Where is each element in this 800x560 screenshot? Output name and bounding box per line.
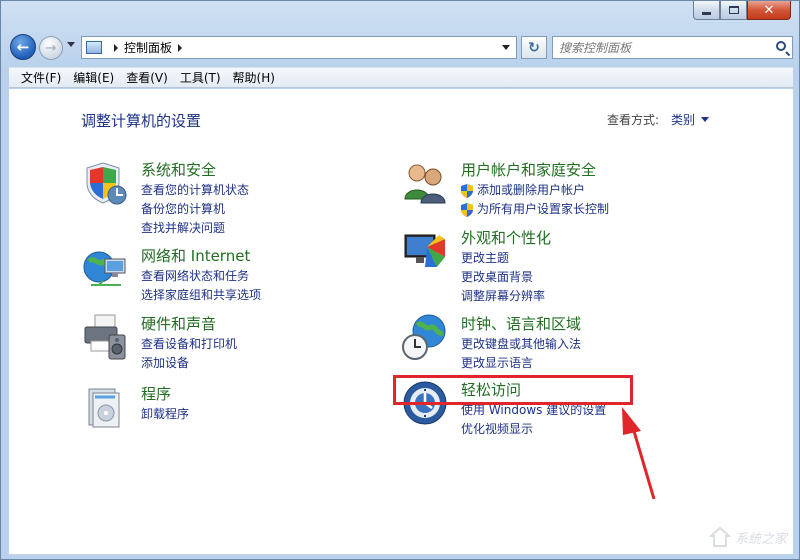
caption-buttons: ✕ [693,1,791,20]
watermark: 系统之家 [708,526,787,548]
close-button[interactable]: ✕ [747,1,791,20]
content-area: 调整计算机的设置 查看方式: 类别 系统和安全 查看您的计算机状态 备份您的计算… [9,89,793,555]
recent-pages-dropdown-icon[interactable] [67,42,75,47]
breadcrumb-control-panel[interactable]: 控制面板 [124,39,172,56]
back-arrow-icon: ← [16,38,30,56]
refresh-icon: ↻ [528,39,540,56]
refresh-button[interactable]: ↻ [521,36,547,59]
annotation-arrow [622,407,656,500]
minimize-icon [702,11,711,15]
arrow-line [629,420,656,500]
control-panel-window: ✕ ← → 控制面板 ↻ 文件(F) 编辑(E) 查看(V) 工具(T) 帮助(… [0,0,800,560]
arrow-head [622,407,641,435]
search-input[interactable] [559,40,764,55]
maximize-icon [728,6,739,14]
menu-edit[interactable]: 编辑(E) [67,69,120,86]
back-button[interactable]: ← [10,34,36,60]
forward-arrow-icon: → [45,40,57,56]
menu-bar: 文件(F) 编辑(E) 查看(V) 工具(T) 帮助(H) [9,67,793,88]
watermark-logo-icon [708,526,731,547]
navigation-bar: ← → 控制面板 ↻ [9,32,793,62]
control-panel-icon [86,41,102,54]
menu-file[interactable]: 文件(F) [15,69,67,86]
minimize-button[interactable] [693,1,720,20]
menu-help[interactable]: 帮助(H) [227,69,281,86]
menu-view[interactable]: 查看(V) [120,69,174,86]
watermark-text: 系统之家 [734,531,787,547]
menu-tools[interactable]: 工具(T) [174,69,227,86]
address-dropdown-icon[interactable] [502,45,510,50]
address-bar[interactable]: 控制面板 [81,36,517,59]
maximize-button[interactable] [720,1,747,20]
close-icon: ✕ [763,2,775,18]
breadcrumb-separator-icon[interactable] [178,43,183,52]
breadcrumb-separator-icon[interactable] [114,43,118,52]
search-box[interactable] [552,36,793,59]
forward-button[interactable]: → [39,36,63,60]
search-icon[interactable] [776,41,786,51]
